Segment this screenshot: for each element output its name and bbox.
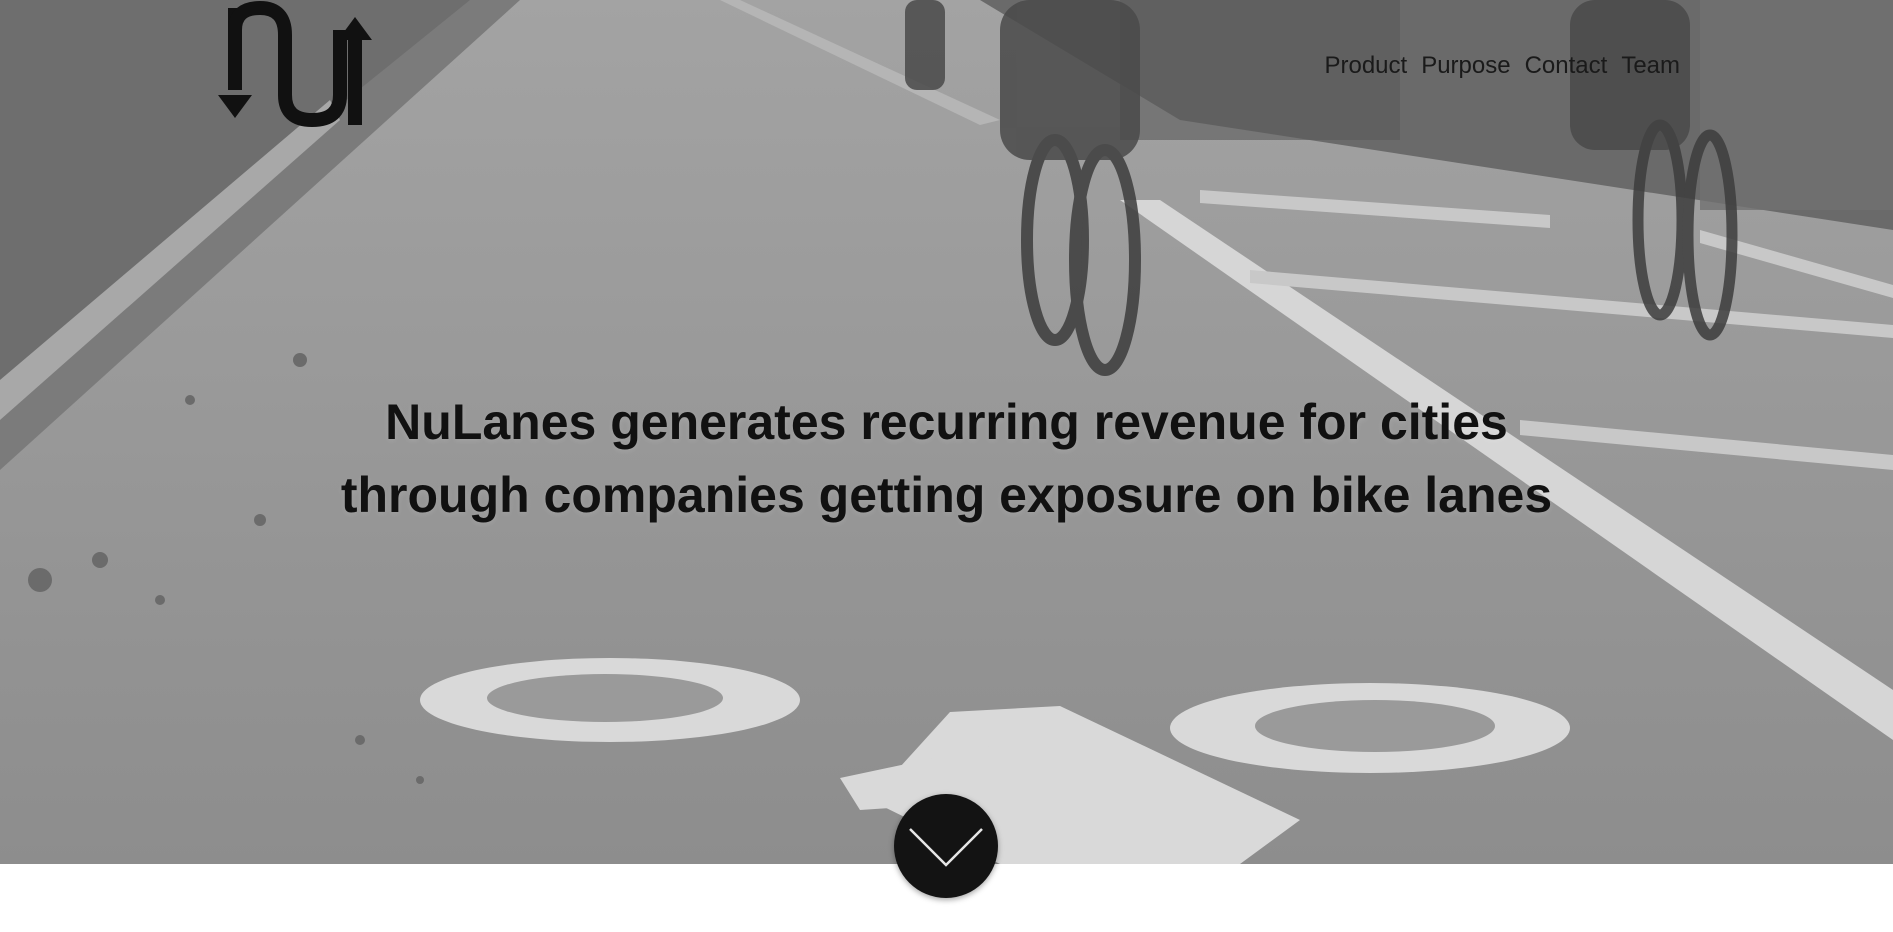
- nav-purpose[interactable]: Purpose: [1421, 52, 1510, 80]
- hero-headline-line-1: NuLanes generates recurring revenue for …: [385, 394, 1508, 450]
- nav-contact[interactable]: Contact: [1525, 52, 1608, 80]
- hero-headline: NuLanes generates recurring revenue for …: [0, 386, 1893, 532]
- nav-product[interactable]: Product: [1324, 52, 1407, 80]
- nav-team[interactable]: Team: [1621, 52, 1680, 80]
- hero-headline-line-2: through companies getting exposure on bi…: [340, 467, 1553, 523]
- hero-section: Product Purpose Contact Team NuLanes gen…: [0, 0, 1893, 864]
- scroll-down-button[interactable]: [894, 794, 998, 898]
- main-nav: Product Purpose Contact Team: [1324, 52, 1680, 80]
- chevron-down-icon: [909, 828, 983, 867]
- nu-arrows-logo-icon[interactable]: [215, 0, 375, 135]
